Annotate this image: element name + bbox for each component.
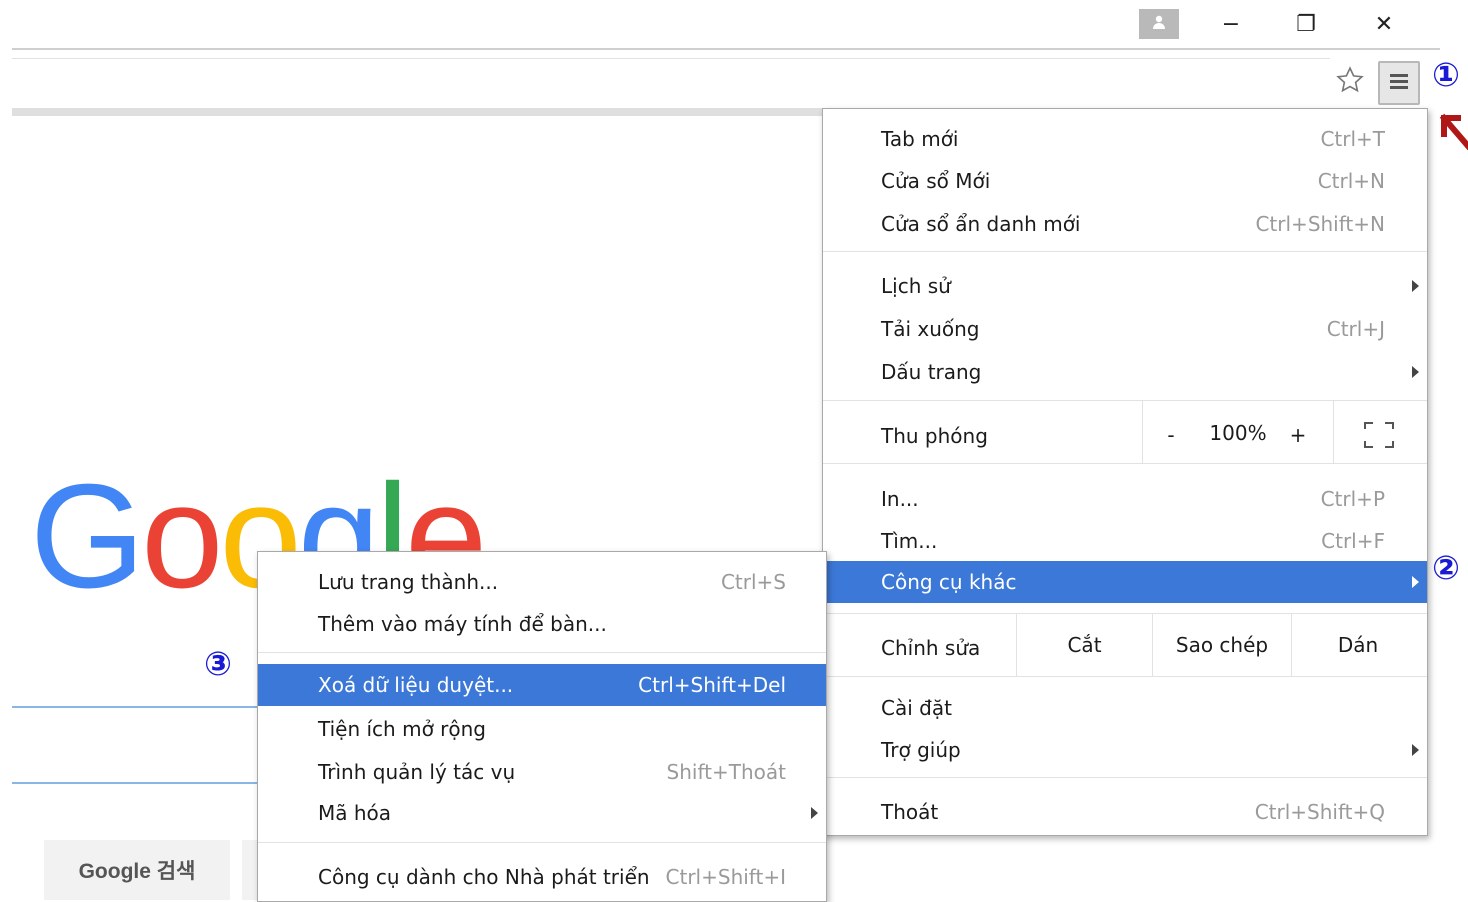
zoom-in-button[interactable]: + <box>1285 423 1311 447</box>
menu-divider <box>1142 401 1143 463</box>
chrome-menu-button[interactable] <box>1378 61 1420 105</box>
submenu-item-encoding[interactable]: Mã hóa <box>258 792 826 834</box>
menu-item-bookmarks[interactable]: Dấu trang <box>823 351 1427 393</box>
menu-item-history[interactable]: Lịch sử <box>823 265 1427 307</box>
submenu-item-save-page-as[interactable]: Lưu trang thành... Ctrl+S <box>258 561 826 603</box>
google-search-button[interactable]: Google 검색 <box>44 840 230 900</box>
bookmark-star-button[interactable] <box>1330 62 1370 102</box>
zoom-level: 100% <box>1209 421 1267 445</box>
more-tools-submenu: Lưu trang thành... Ctrl+S Thêm vào máy tí… <box>257 551 827 902</box>
callout-3: ③ <box>204 644 232 683</box>
address-bar[interactable] <box>12 58 1330 105</box>
profile-button[interactable] <box>1139 9 1179 39</box>
submenu-arrow-icon <box>1412 280 1419 292</box>
submenu-arrow-icon <box>1412 576 1419 588</box>
callout-2: ② <box>1432 548 1460 587</box>
submenu-arrow-icon <box>1412 744 1419 756</box>
fullscreen-icon <box>1363 422 1395 453</box>
close-button[interactable]: ✕ <box>1358 6 1410 42</box>
menu-item-new-tab[interactable]: Tab mới Ctrl+T <box>823 118 1427 160</box>
menu-item-print[interactable]: In... Ctrl+P <box>823 478 1427 520</box>
submenu-arrow-icon <box>811 807 818 819</box>
menu-separator <box>258 652 826 653</box>
menu-item-new-window[interactable]: Cửa sổ Mới Ctrl+N <box>823 160 1427 202</box>
search-input[interactable] <box>12 706 282 784</box>
star-icon <box>1335 65 1365 99</box>
menu-item-settings[interactable]: Cài đặt <box>823 687 1427 729</box>
menu-separator <box>823 613 1427 614</box>
menu-separator <box>823 400 1427 401</box>
cut-button[interactable]: Cắt <box>1017 633 1152 657</box>
menu-separator <box>258 842 826 843</box>
hamburger-menu-icon <box>1389 72 1409 94</box>
submenu-item-developer-tools[interactable]: Công cụ dành cho Nhà phát triển Ctrl+Shif… <box>258 856 826 898</box>
tab-strip-border <box>12 48 1440 50</box>
chrome-main-menu: Tab mới Ctrl+T Cửa sổ Mới Ctrl+N Cửa sổ ẩn… <box>822 108 1428 836</box>
menu-item-new-incognito-window[interactable]: Cửa sổ ẩn danh mới Ctrl+Shift+N <box>823 203 1427 245</box>
menu-item-more-tools[interactable]: Công cụ khác <box>823 561 1427 603</box>
submenu-arrow-icon <box>1412 366 1419 378</box>
minimize-button[interactable]: − <box>1205 6 1257 42</box>
fullscreen-button[interactable] <box>1363 421 1395 449</box>
zoom-out-button[interactable]: - <box>1158 423 1184 447</box>
menu-separator <box>823 251 1427 252</box>
arrow-icon <box>1438 112 1468 158</box>
submenu-item-task-manager[interactable]: Trình quản lý tác vụ Shift+Thoát <box>258 751 826 793</box>
menu-separator <box>823 676 1427 677</box>
copy-button[interactable]: Sao chép <box>1153 633 1291 657</box>
callout-1: ① <box>1432 55 1460 94</box>
menu-separator <box>823 777 1427 778</box>
restore-button[interactable]: ❐ <box>1280 6 1332 42</box>
submenu-item-clear-browsing-data[interactable]: Xoá dữ liệu duyệt... Ctrl+Shift+Del <box>258 664 826 706</box>
profile-icon <box>1151 14 1167 34</box>
submenu-item-extensions[interactable]: Tiện ích mở rộng <box>258 708 826 750</box>
paste-button[interactable]: Dán <box>1292 633 1424 657</box>
menu-zoom-row: Thu phóng <box>881 424 988 448</box>
menu-item-find[interactable]: Tìm... Ctrl+F <box>823 520 1427 562</box>
menu-divider <box>1333 401 1334 463</box>
submenu-item-add-to-desktop[interactable]: Thêm vào máy tính để bàn... <box>258 603 826 645</box>
menu-item-exit[interactable]: Thoát Ctrl+Shift+Q <box>823 791 1427 833</box>
menu-item-downloads[interactable]: Tải xuống Ctrl+J <box>823 308 1427 350</box>
menu-item-help[interactable]: Trợ giúp <box>823 729 1427 771</box>
menu-separator <box>823 463 1427 464</box>
